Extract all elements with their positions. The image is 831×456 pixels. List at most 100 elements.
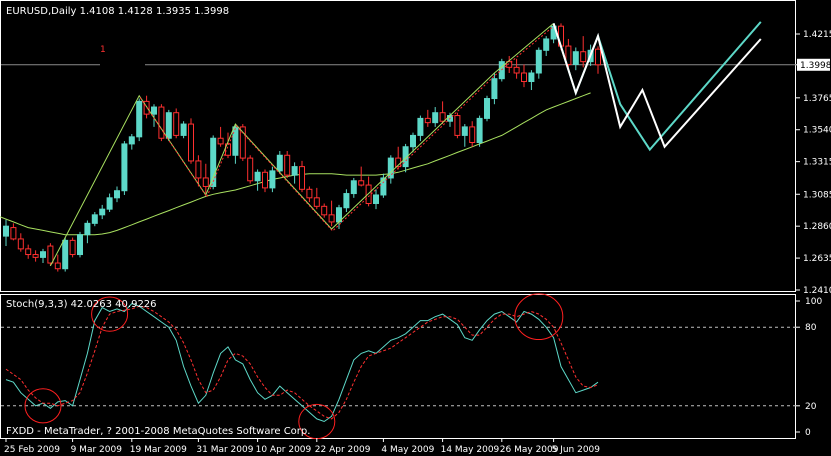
candle xyxy=(447,112,453,127)
candle-body xyxy=(54,262,61,270)
candle-body xyxy=(195,160,202,179)
candle-body xyxy=(535,49,542,74)
main-grid xyxy=(1,60,796,68)
candle xyxy=(69,237,76,258)
candle-body xyxy=(247,157,254,182)
candle-body xyxy=(10,227,17,240)
candle xyxy=(77,231,83,258)
candle-body xyxy=(321,205,328,216)
candle xyxy=(99,204,106,220)
price-tick-label: 1.3085 xyxy=(803,190,831,200)
candle-body xyxy=(365,184,372,204)
candle xyxy=(158,104,165,142)
candle-body xyxy=(165,112,172,139)
candle xyxy=(91,211,98,227)
candle xyxy=(106,193,113,212)
candle xyxy=(476,115,483,147)
price-tick-label: 1.3765 xyxy=(803,94,831,104)
candle-body xyxy=(180,123,187,136)
candle xyxy=(358,166,365,187)
candle xyxy=(180,121,187,139)
candle-body xyxy=(595,48,601,66)
candle xyxy=(25,244,32,259)
main-panel-frame xyxy=(0,0,796,292)
stoch-tick-label: 0 xyxy=(805,428,811,438)
candle-body xyxy=(32,254,39,258)
candle xyxy=(84,220,91,244)
candle-body xyxy=(188,123,194,162)
candle xyxy=(136,98,143,142)
candle xyxy=(62,237,69,272)
time-tick-label: 14 May 2009 xyxy=(441,445,500,455)
stoch-panel-frame xyxy=(0,294,796,439)
candle-body xyxy=(387,157,394,179)
candle-body xyxy=(328,214,335,223)
candle-body xyxy=(410,134,416,148)
time-tick-label: 26 May 2009 xyxy=(500,445,559,455)
candle xyxy=(173,108,180,139)
candle-body xyxy=(202,177,209,187)
candle-body xyxy=(269,170,276,189)
candle-body xyxy=(313,197,320,207)
candle xyxy=(469,121,476,147)
time-tick-label: 19 Mar 2009 xyxy=(130,445,187,455)
candle-body xyxy=(491,78,498,100)
candle-body xyxy=(424,117,431,124)
candle xyxy=(284,151,291,178)
candle xyxy=(128,133,135,150)
candle xyxy=(336,204,342,230)
candle-body xyxy=(121,143,128,192)
time-tick-label: 10 Apr 2009 xyxy=(256,445,312,455)
candle-body xyxy=(476,117,483,143)
candle xyxy=(373,189,379,210)
stoch-circles xyxy=(24,293,564,440)
candle-body xyxy=(25,248,32,256)
candle xyxy=(3,219,9,247)
candle xyxy=(247,155,254,184)
candle-body xyxy=(173,112,180,136)
candle xyxy=(572,47,579,71)
candle-body xyxy=(151,106,157,115)
candle-body xyxy=(572,51,579,65)
candle xyxy=(387,155,394,184)
price-tick-label: 1.3540 xyxy=(803,126,831,136)
candle-body xyxy=(158,106,165,139)
candle xyxy=(262,169,268,193)
candle xyxy=(535,47,542,79)
highlight-circle xyxy=(514,293,564,341)
chart-window: 1.4215 1.3765 1.3540 1.3315 1.3085 1.2860 1.26… xyxy=(0,0,831,456)
stoch-lines xyxy=(5,303,599,423)
candle-body xyxy=(210,137,217,187)
candle xyxy=(328,200,335,227)
candle-body xyxy=(358,180,365,186)
candle-body xyxy=(350,180,357,195)
candle-body xyxy=(454,115,461,136)
stoch-tick-label: 80 xyxy=(805,323,817,333)
marker-label: 1 xyxy=(100,45,106,55)
candle xyxy=(543,36,550,56)
candle-body xyxy=(343,193,350,209)
candle-body xyxy=(432,112,439,124)
candle-body xyxy=(373,194,379,204)
candle xyxy=(350,177,357,198)
candle xyxy=(424,109,431,127)
main-chart-title: EURUSD,Daily 1.4108 1.4128 1.3935 1.3998 xyxy=(6,6,229,17)
candle xyxy=(121,141,128,195)
candle xyxy=(306,186,313,203)
candle xyxy=(513,58,520,79)
candle-body xyxy=(17,238,24,250)
time-tick-label: 5 Jun 2009 xyxy=(552,445,601,455)
candle xyxy=(454,112,461,139)
price-tick-label: 1.4215 xyxy=(803,30,831,40)
candle xyxy=(17,233,24,252)
stoch-main-line xyxy=(5,303,599,423)
time-tick-label: 22 Apr 2009 xyxy=(315,445,371,455)
stoch-axis: 100 80 20 0 xyxy=(796,297,822,438)
candle-body xyxy=(3,225,9,237)
projection-white xyxy=(552,23,762,149)
candle-body xyxy=(128,136,135,145)
candle xyxy=(32,250,39,262)
candle xyxy=(595,46,601,74)
stoch-tick-label: 100 xyxy=(805,297,822,307)
candle xyxy=(188,118,194,164)
